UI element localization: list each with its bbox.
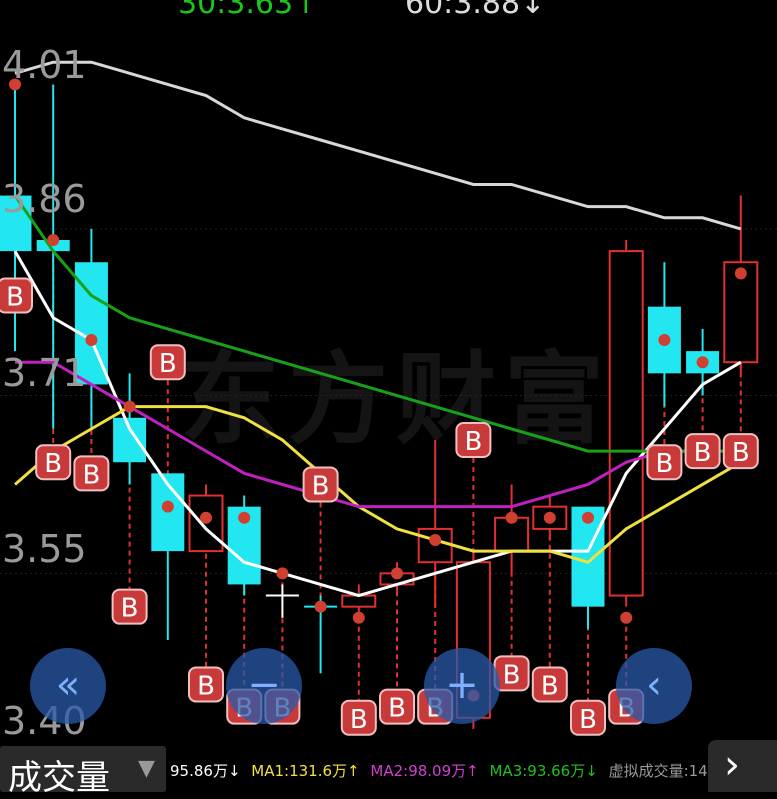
- buy-marker-label: B: [6, 283, 24, 313]
- buy-marker-label: B: [579, 705, 597, 735]
- signal-dot: [391, 567, 403, 580]
- buy-marker-label: B: [159, 349, 177, 379]
- buy-marker-label: B: [350, 705, 368, 735]
- y-tick-label: 4.01: [2, 43, 87, 87]
- volume-value: 95.86万↓: [170, 762, 241, 780]
- buy-marker-label: B: [655, 449, 673, 479]
- buy-marker-label: B: [197, 671, 215, 701]
- signal-dot: [734, 267, 747, 280]
- indicator-selector[interactable]: 成交量 ▼: [0, 746, 166, 798]
- back-button[interactable]: ‹: [616, 648, 692, 724]
- buy-marker-label: B: [312, 471, 330, 501]
- buy-marker-label: B: [694, 438, 712, 468]
- signal-dot: [314, 600, 327, 613]
- volume-ma3: MA3:93.66万↓: [489, 762, 598, 780]
- buy-marker-label: B: [44, 449, 62, 479]
- signal-dot: [352, 611, 365, 624]
- zoom-in-button[interactable]: +: [424, 648, 500, 724]
- volume-ma1: MA1:131.6万↑: [251, 762, 360, 780]
- buy-marker-label: B: [732, 438, 750, 468]
- signal-dot: [543, 511, 556, 524]
- minus-icon: −: [247, 662, 281, 708]
- signal-dot: [429, 534, 442, 546]
- buy-marker-label: B: [464, 427, 482, 457]
- signal-dot: [505, 511, 518, 524]
- signal-dot: [696, 356, 709, 369]
- rewind-icon: «: [55, 662, 81, 708]
- zoom-out-button[interactable]: −: [226, 648, 302, 724]
- signal-dot: [200, 511, 212, 524]
- signal-dot: [47, 234, 60, 246]
- ma60-line: [14, 60, 742, 231]
- candle-body: [608, 250, 644, 597]
- candlestick-chart[interactable]: BBBBBBBBBBBBBBBBBBBB: [0, 0, 777, 740]
- plus-icon: +: [445, 662, 479, 708]
- buy-marker-label: B: [82, 460, 100, 490]
- signal-dot: [238, 511, 251, 524]
- signal-dot: [582, 511, 594, 524]
- buy-marker-label: B: [503, 660, 521, 690]
- chevron-down-icon: ▼: [138, 756, 155, 781]
- ma60-readout: 60:3.88↓: [405, 0, 546, 21]
- chevron-left-icon: ‹: [646, 662, 662, 708]
- signal-dot: [620, 611, 633, 624]
- buy-marker-label: B: [541, 671, 559, 701]
- volume-readout: 95.86万↓ MA1:131.6万↑ MA2:98.09万↑ MA3:93.6…: [170, 760, 753, 781]
- y-tick-label: 3.71: [2, 351, 87, 395]
- y-tick-label: 3.86: [2, 177, 87, 221]
- signal-dot: [123, 400, 136, 413]
- volume-ma2: MA2:98.09万↑: [370, 762, 479, 780]
- buy-marker-label: B: [388, 694, 406, 724]
- candle-body: [341, 594, 377, 608]
- signal-dot: [276, 567, 289, 580]
- buy-marker-label: B: [121, 594, 139, 624]
- candle-body: [113, 417, 147, 463]
- signal-dot: [658, 334, 671, 346]
- next-indicator-button[interactable]: ›: [708, 740, 777, 792]
- signal-dot: [85, 334, 98, 346]
- signal-dot: [161, 500, 174, 513]
- y-tick-label: 3.55: [2, 527, 87, 571]
- volume-indicator-bar: 成交量 ▼ 95.86万↓ MA1:131.6万↑ MA2:98.09万↑ MA…: [0, 740, 777, 798]
- ma30-readout: 30:3.63↑: [178, 0, 319, 21]
- chevron-right-icon: ›: [724, 742, 740, 788]
- rewind-button[interactable]: «: [30, 648, 106, 724]
